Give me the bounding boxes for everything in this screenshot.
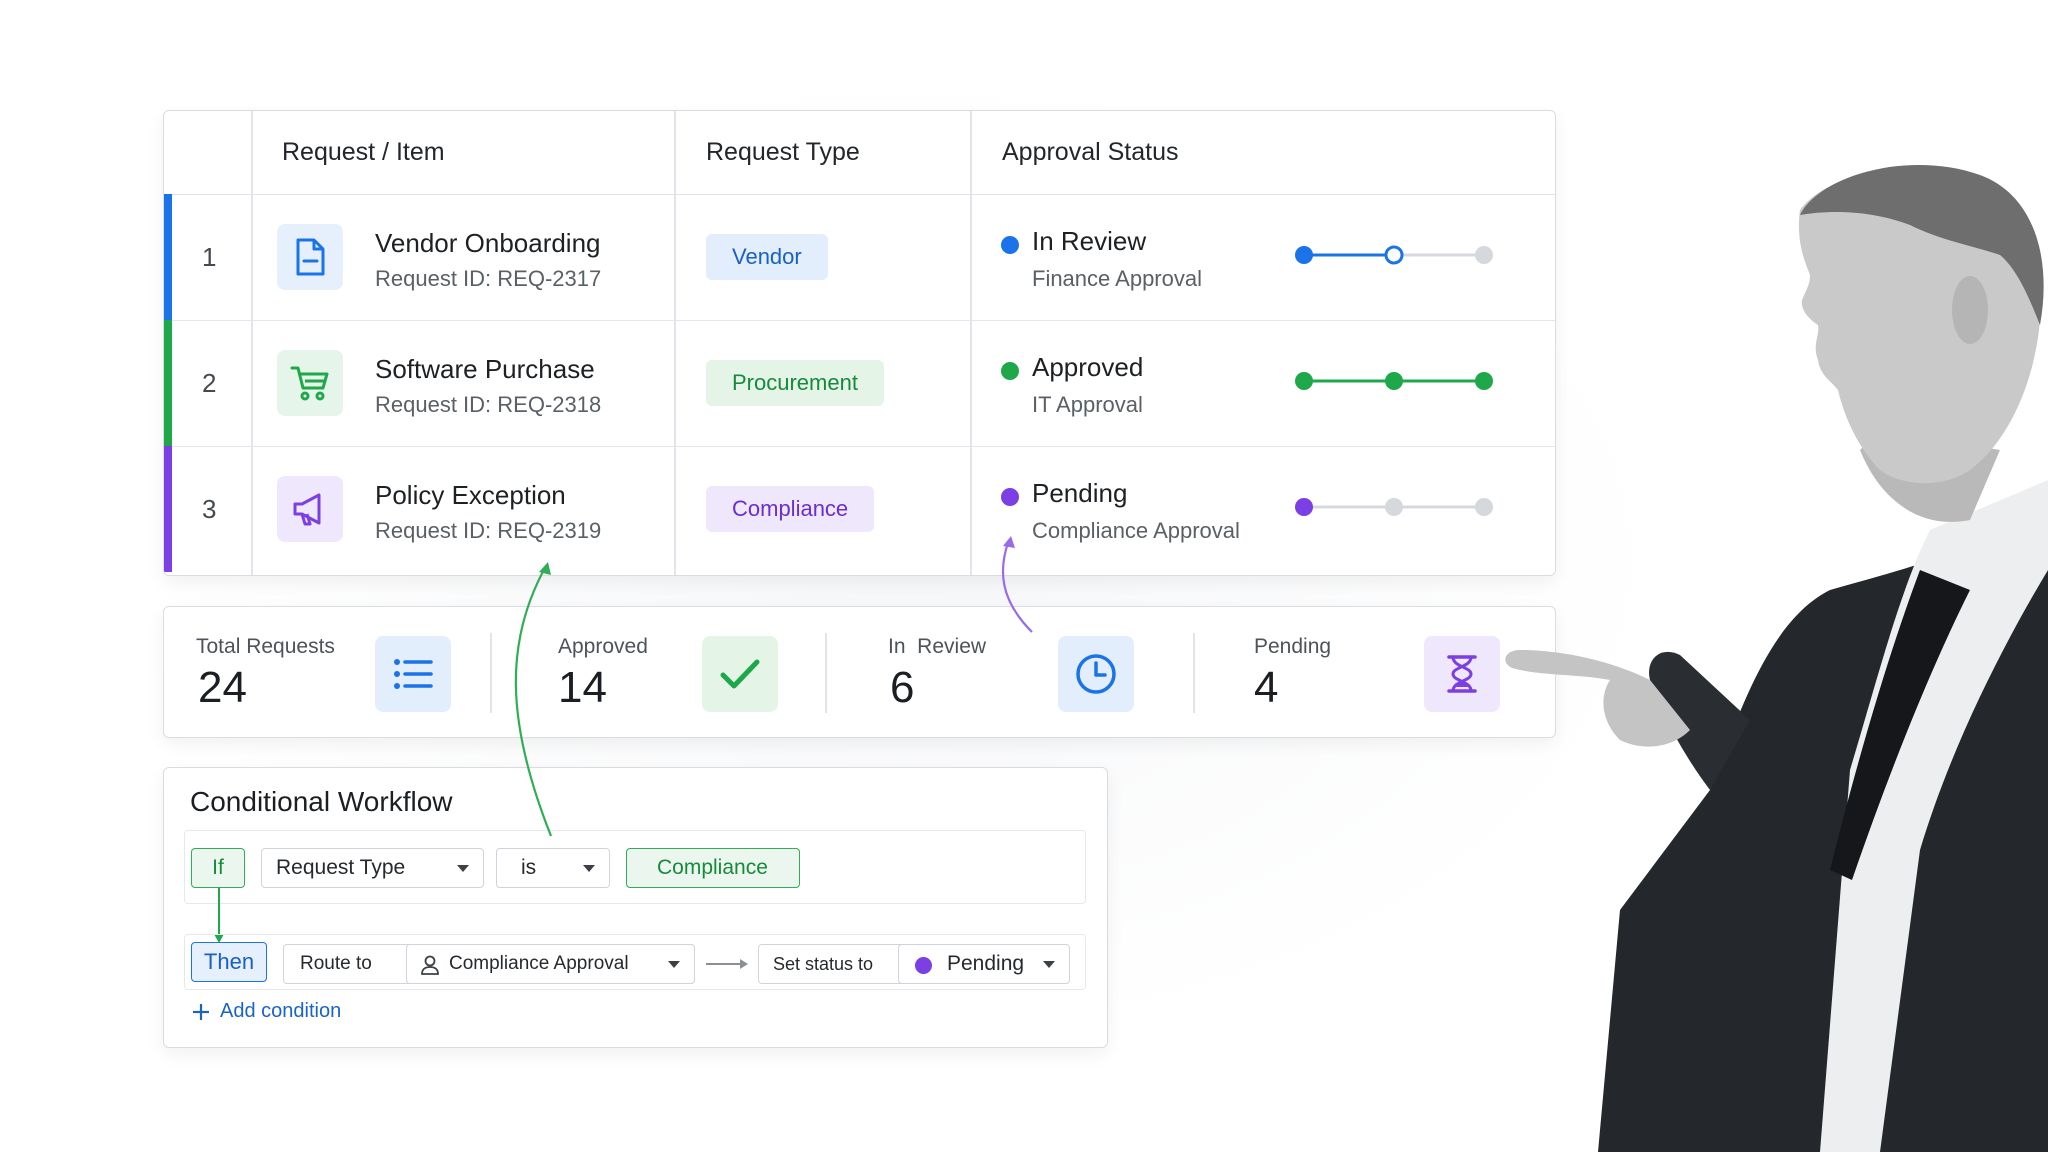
presenter-photo: [1505, 164, 2048, 1152]
